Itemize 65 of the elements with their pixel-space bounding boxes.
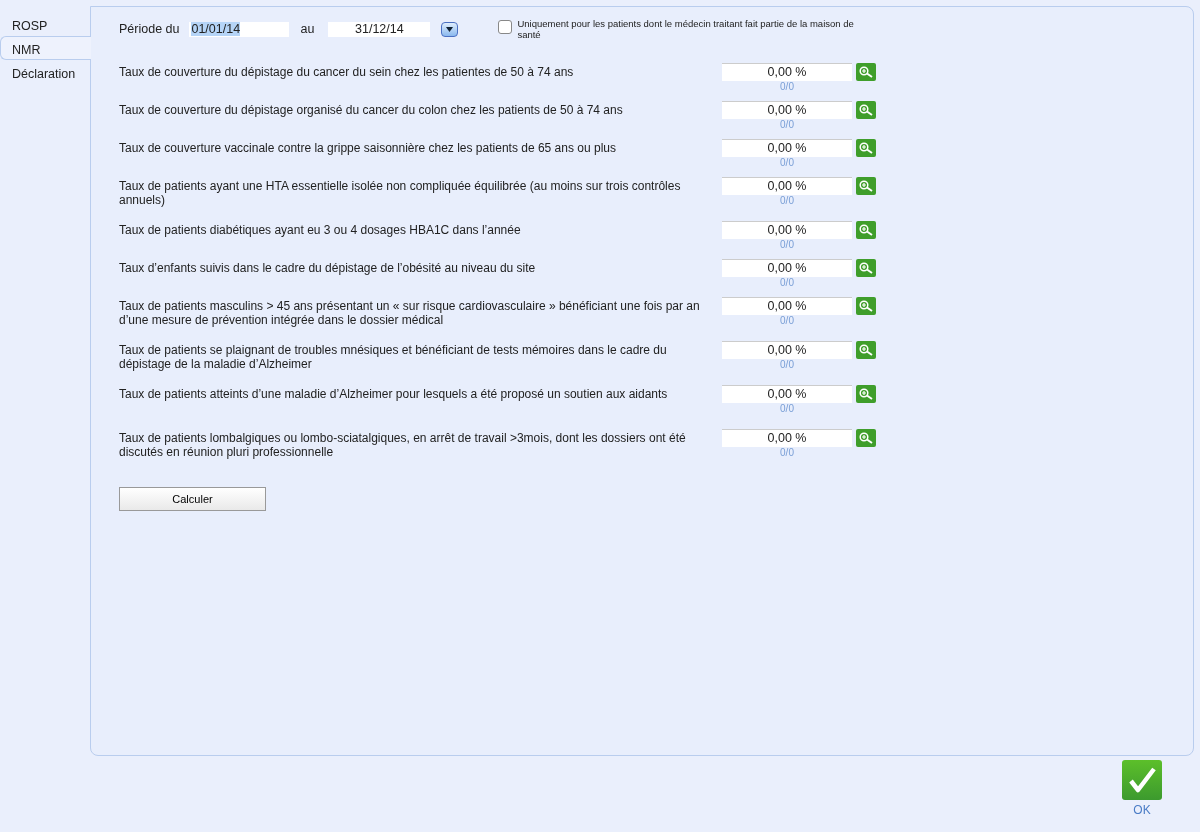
indicator-label: Taux d’enfants suivis dans le cadre du dépistage de l’obésité au niveau du site <box>119 260 537 275</box>
dropdown-button[interactable] <box>441 21 459 37</box>
period-to-label: au <box>300 22 315 36</box>
checkbox[interactable] <box>498 20 513 34</box>
rate-field[interactable]: 0,00 % <box>722 385 852 403</box>
zoom-in-button[interactable] <box>856 101 876 119</box>
tab[interactable]: NMR <box>0 36 91 60</box>
rate-field[interactable]: 0,00 % <box>722 139 852 157</box>
period-from-label: Période du <box>119 22 180 36</box>
count-label: 0/0 <box>780 403 794 415</box>
start-date-value: 01/01/14 <box>191 22 241 36</box>
magnifier-icon <box>859 104 873 116</box>
start-date-field[interactable]: 01/01/14 <box>189 21 290 37</box>
rate-field[interactable]: 0,00 % <box>722 259 852 277</box>
magnifier-icon <box>859 142 873 154</box>
magnifier-icon <box>859 300 873 312</box>
count-label: 0/0 <box>780 277 794 289</box>
magnifier-icon <box>859 180 873 192</box>
count-label: 0/0 <box>780 195 794 207</box>
rate-field[interactable]: 0,00 % <box>722 429 852 447</box>
indicator-label: Taux de patients ayant une HTA essentielle isolée non compliquée équilibrée (au moins sur trois contrôles annuels) <box>119 178 682 207</box>
tab[interactable]: ROSP <box>0 12 90 36</box>
checkmark-icon <box>1122 760 1162 800</box>
indicator-label: Taux de patients diabétiques ayant eu 3 ou 4 dosages HBA1C dans l’année <box>119 222 522 237</box>
count-label: 0/0 <box>780 239 794 251</box>
zoom-in-button[interactable] <box>856 177 876 195</box>
checkbox-label: Uniquement pour les patients dont le médecin traitant fait partie de la maison de santé <box>517 18 855 40</box>
calculate-button[interactable]: Calculer <box>119 487 266 511</box>
indicator-label: Taux de patients se plaignant de troubles mnésiques et bénéficiant de tests mémoires dans le cadre du dépistage de la maladie d’Alzheimer <box>119 342 668 371</box>
count-label: 0/0 <box>780 81 794 93</box>
indicator-label: Taux de patients masculins > 45 ans présentant un « sur risque cardiovasculaire » bénéficiant une fois par an d’une mesure de prévention intégrée dans le dossier médical <box>119 298 701 327</box>
caret-icon <box>446 26 454 32</box>
magnifier-icon <box>859 66 873 78</box>
zoom-in-button[interactable] <box>856 139 876 157</box>
end-date-field[interactable]: 31/12/14 <box>328 21 431 37</box>
rate-field[interactable]: 0,00 % <box>722 297 852 315</box>
magnifier-icon <box>859 388 873 400</box>
magnifier-icon <box>859 432 873 444</box>
rate-field[interactable]: 0,00 % <box>722 221 852 239</box>
zoom-in-button[interactable] <box>856 429 876 447</box>
indicator-label: Taux de patients lombalgiques ou lombo-sciatalgiques, en arrêt de travail >3mois, dont les dossiers ont été discutés en réunion pluri professionnelle <box>119 430 687 459</box>
count-label: 0/0 <box>780 119 794 131</box>
indicator-label: Taux de couverture vaccinale contre la grippe saisonnière chez les patients de 65 ans ou plus <box>119 140 617 155</box>
indicator-label: Taux de couverture du dépistage organisé du cancer du colon chez les patients de 50 à 74 ans <box>119 102 624 117</box>
zoom-in-button[interactable] <box>856 221 876 239</box>
indicator-label: Taux de couverture du dépistage du cancer du sein chez les patientes de 50 à 74 ans <box>119 64 575 79</box>
rate-field[interactable]: 0,00 % <box>722 177 852 195</box>
tab[interactable]: Déclaration <box>0 60 90 84</box>
indicator-label: Taux de patients atteints d’une maladie d’Alzheimer pour lesquels a été proposé un soutien aux aidants <box>119 386 669 401</box>
count-label: 0/0 <box>780 157 794 169</box>
zoom-in-button[interactable] <box>856 63 876 81</box>
zoom-in-button[interactable] <box>856 297 876 315</box>
rate-field[interactable]: 0,00 % <box>722 63 852 81</box>
rate-field[interactable]: 0,00 % <box>722 341 852 359</box>
zoom-in-button[interactable] <box>856 385 876 403</box>
ok-button[interactable]: OK <box>1122 760 1162 817</box>
rate-field[interactable]: 0,00 % <box>722 101 852 119</box>
magnifier-icon <box>859 224 873 236</box>
zoom-in-button[interactable] <box>856 259 876 277</box>
count-label: 0/0 <box>780 359 794 371</box>
count-label: 0/0 <box>780 315 794 327</box>
magnifier-icon <box>859 344 873 356</box>
count-label: 0/0 <box>780 447 794 459</box>
zoom-in-button[interactable] <box>856 341 876 359</box>
magnifier-icon <box>859 262 873 274</box>
